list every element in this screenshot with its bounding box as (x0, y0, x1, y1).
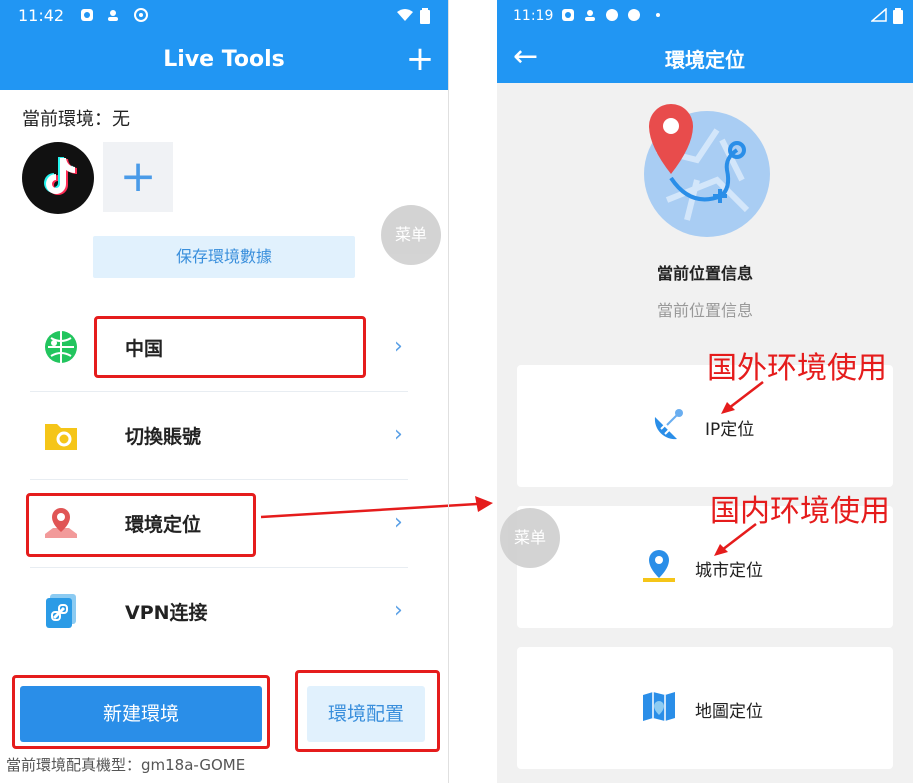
notification-icon (80, 8, 94, 22)
highlight-box (12, 675, 270, 749)
left-phone-screen: 11:42 Live Tools + 當前環境：无 + 菜单 保存環境數據 中国… (0, 0, 448, 783)
status-bar: 11:19 (497, 0, 913, 33)
divider (30, 479, 408, 480)
notification-dot-icon (651, 8, 665, 22)
status-time: 11:19 (513, 8, 554, 24)
row-label-vpn: VPN连接 (125, 602, 208, 624)
tiktok-app-icon[interactable] (22, 142, 94, 214)
map-icon (641, 689, 677, 725)
save-env-data-button[interactable]: 保存環境數據 (93, 236, 355, 278)
row-switch-account[interactable]: 切換賬號 › (30, 394, 408, 480)
chevron-right-icon: › (394, 334, 403, 359)
location-info-title: 當前位置信息 (656, 264, 753, 283)
chevron-right-icon: › (394, 422, 403, 447)
satellite-dish-icon (651, 407, 687, 443)
status-time: 11:42 (18, 6, 65, 25)
chevron-right-icon: › (394, 598, 403, 623)
row-vpn[interactable]: VPN连接 › (30, 570, 408, 656)
notification-icon (583, 8, 597, 22)
annotation-arrow (260, 496, 493, 519)
current-env-label: 當前環境：无 (22, 109, 130, 130)
divider (30, 567, 408, 568)
location-illustration-icon (637, 100, 773, 240)
status-bar: 11:42 (0, 0, 448, 33)
wifi-icon (396, 8, 414, 22)
map-location-label: 地圖定位 (695, 702, 763, 722)
highlight-box (295, 670, 440, 752)
floating-menu-button[interactable]: 菜单 (500, 508, 560, 568)
highlight-box (94, 316, 366, 378)
screen-divider (448, 0, 449, 783)
highlight-box (26, 493, 256, 557)
right-phone-screen: 11:19 ← 環境定位 當前位置信息 當前位置信息 IP定位 城市定位 地圖定… (497, 0, 913, 783)
notification-icon (561, 8, 575, 22)
location-info-subtitle: 當前位置信息 (656, 301, 753, 320)
notification-icon (134, 8, 148, 22)
notification-icon (106, 8, 120, 22)
annotation-arrow (714, 523, 757, 556)
divider (30, 391, 408, 392)
app-bar: Live Tools + (0, 33, 448, 90)
annotation-arrow (721, 381, 764, 414)
floating-menu-button[interactable]: 菜单 (381, 205, 441, 265)
notification-icon (605, 8, 619, 22)
device-model-footer: 當前環境配真機型：gm18a-GOME (6, 756, 246, 774)
row-label-switch-account: 切換賬號 (125, 426, 202, 448)
ip-location-label: IP定位 (705, 420, 755, 440)
notification-icon (627, 8, 641, 22)
signal-icon (869, 7, 887, 22)
page-title: 環境定位 (665, 48, 745, 72)
map-location-option[interactable]: 地圖定位 (517, 647, 893, 769)
city-location-label: 城市定位 (695, 561, 763, 581)
globe-icon (42, 328, 80, 366)
battery-icon (420, 8, 430, 24)
app-bar: ← 環境定位 (497, 33, 913, 83)
add-app-button[interactable]: + (103, 142, 173, 212)
battery-icon (893, 8, 903, 24)
link-icon (42, 592, 80, 630)
city-pin-icon (641, 548, 677, 584)
app-title: Live Tools (163, 47, 285, 72)
folder-icon (42, 416, 80, 454)
add-button[interactable]: + (402, 41, 438, 77)
